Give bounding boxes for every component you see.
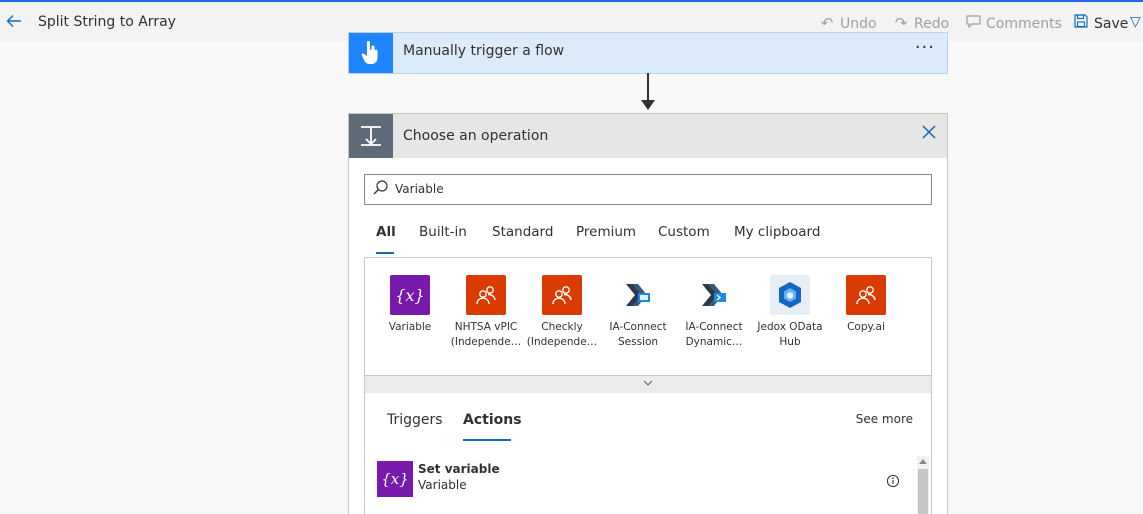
variable-icon: {𝑥} [377,461,413,497]
info-icon[interactable] [886,473,900,488]
people-icon [846,275,886,315]
tab-built-in[interactable]: Built-in [419,224,467,240]
search-icon [372,179,390,197]
more-options-icon[interactable]: ··· [915,37,935,58]
ia-connect-session-icon [618,275,658,315]
people-icon [542,275,582,315]
overflow-icon[interactable]: ▽ [1130,14,1141,30]
trigger-card[interactable]: Manually trigger a flow ··· [348,32,948,74]
scroll-thumb[interactable] [918,469,928,514]
action-name: Set variable [418,462,500,476]
people-icon [466,275,506,315]
trigger-title: Manually trigger a flow [403,43,565,59]
subtab-triggers[interactable]: Triggers [387,412,443,428]
subtab-actions[interactable]: Actions [463,412,522,428]
operation-icon [349,114,393,158]
redo-icon: ↷ [894,14,908,32]
comments-button[interactable]: Comments [964,14,1062,32]
undo-button[interactable]: ↶ Undo [818,14,877,32]
connector-jedox-odata-hub[interactable]: Jedox OData Hub [752,275,828,350]
action-connector: Variable [418,478,467,492]
active-tab-indicator [376,252,394,254]
connectors-panel: {𝑥} Variable NHTSA vPIC (Independe… Chec… [364,257,932,375]
save-icon [1072,14,1090,32]
connector-ia-connect-dynamic[interactable]: IA-Connect Dynamic… [676,275,752,350]
tab-my-clipboard[interactable]: My clipboard [734,224,820,240]
scroll-up-icon[interactable] [919,459,927,464]
search-input[interactable] [395,177,915,201]
touch-hand-icon [349,33,393,73]
undo-icon: ↶ [820,14,834,32]
tab-custom[interactable]: Custom [658,224,710,240]
choose-operation-card: Choose an operation All Built-in Standar… [348,113,948,514]
operation-title: Choose an operation [403,128,549,144]
variable-icon: {𝑥} [390,275,430,315]
redo-button[interactable]: ↷ Redo [892,14,949,32]
see-more-link[interactable]: See more [856,412,913,426]
ia-connect-dynamic-icon [694,275,734,315]
collapse-toggle[interactable] [364,375,932,394]
search-box[interactable] [364,174,932,205]
flow-arrow-icon [641,100,655,110]
tab-all[interactable]: All [376,224,396,240]
close-icon[interactable] [919,124,939,144]
flow-title: Split String to Array [38,14,176,30]
actions-panel: Triggers Actions See more {𝑥} Set variab… [364,393,932,514]
active-subtab-indicator [463,439,511,441]
connector-ia-connect-session[interactable]: IA-Connect Session [600,275,676,350]
operation-header: Choose an operation [349,114,947,158]
chevron-down-icon [643,378,653,389]
tab-standard[interactable]: Standard [492,224,553,240]
jedox-icon [770,275,810,315]
connector-nhtsa-vpic[interactable]: NHTSA vPIC (Independe… [448,275,524,350]
connector-checkly[interactable]: Checkly (Independe… [524,275,600,350]
action-set-variable[interactable]: {𝑥} Set variable Variable [365,458,913,514]
tab-premium[interactable]: Premium [576,224,636,240]
actions-scrollbar[interactable] [917,456,929,514]
comment-icon [964,14,982,32]
connector-copy-ai[interactable]: Copy.ai [828,275,904,335]
save-button[interactable]: Save [1072,14,1128,32]
connector-variable[interactable]: {𝑥} Variable [372,275,448,335]
back-arrow-icon[interactable] [4,12,24,32]
